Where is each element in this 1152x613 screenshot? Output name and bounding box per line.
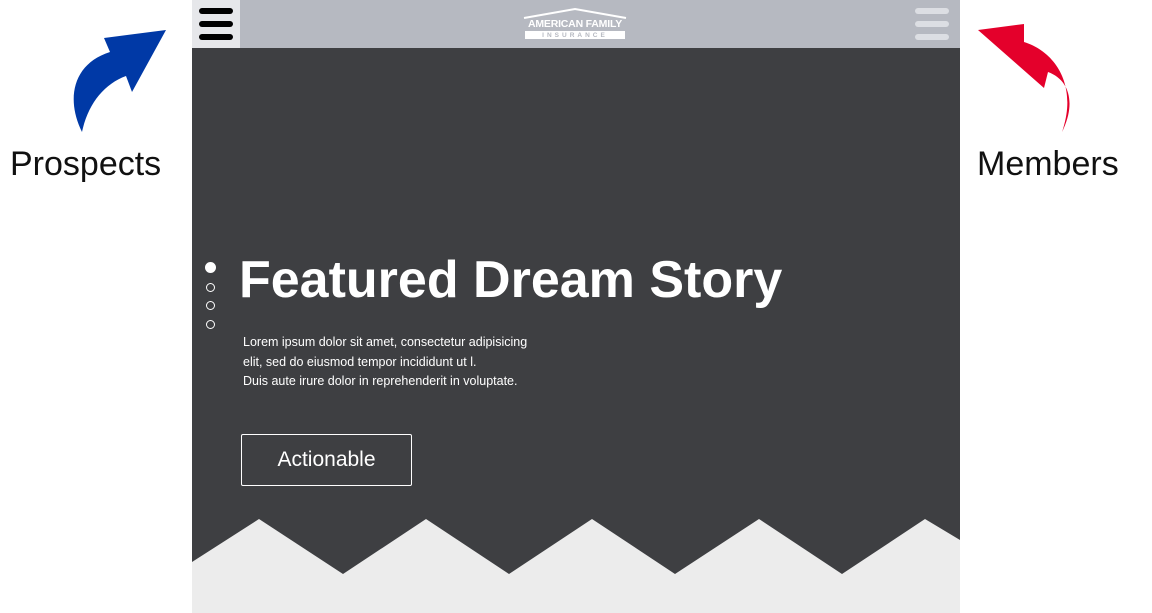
members-annotation: Members (960, 0, 1152, 200)
carousel-dot[interactable] (205, 262, 216, 273)
zigzag-divider (192, 519, 960, 613)
curved-arrow-icon (978, 24, 1070, 132)
hero-body-text: Lorem ipsum dolor sit amet, consectetur … (243, 333, 573, 392)
carousel-dot[interactable] (206, 282, 215, 292)
logo-text-line1: AMERICAN FAMILY (527, 18, 623, 30)
carousel-dot[interactable] (206, 319, 215, 329)
hamburger-menu-icon (199, 8, 233, 40)
hamburger-menu-icon (915, 8, 949, 40)
hero-title: Featured Dream Story (239, 251, 783, 309)
prospects-menu-button[interactable] (192, 0, 240, 48)
carousel-dot[interactable] (206, 301, 215, 310)
carousel-indicators (205, 262, 220, 338)
actionable-button[interactable]: Actionable (241, 434, 412, 486)
prospects-annotation: Prospects (0, 0, 192, 200)
curved-arrow-icon (73, 30, 166, 132)
prospects-label: Prospects (10, 145, 162, 183)
members-menu-button[interactable] (912, 4, 952, 44)
members-label: Members (977, 145, 1119, 183)
hero-body-line: Lorem ipsum dolor sit amet, consectetur … (243, 335, 528, 349)
hero-body-line: Duis aute irure dolor in reprehenderit i… (243, 374, 518, 388)
hero-body-line: elit, sed do eiusmod tempor incididunt u… (243, 354, 477, 369)
top-navigation-bar: AMERICAN FAMILY INSURANCE (192, 0, 960, 48)
page-mockup: AMERICAN FAMILY INSURANCE Featured Dream… (192, 0, 960, 613)
logo-text-line2: INSURANCE (525, 31, 625, 39)
american-family-logo[interactable]: AMERICAN FAMILY INSURANCE (522, 7, 628, 41)
